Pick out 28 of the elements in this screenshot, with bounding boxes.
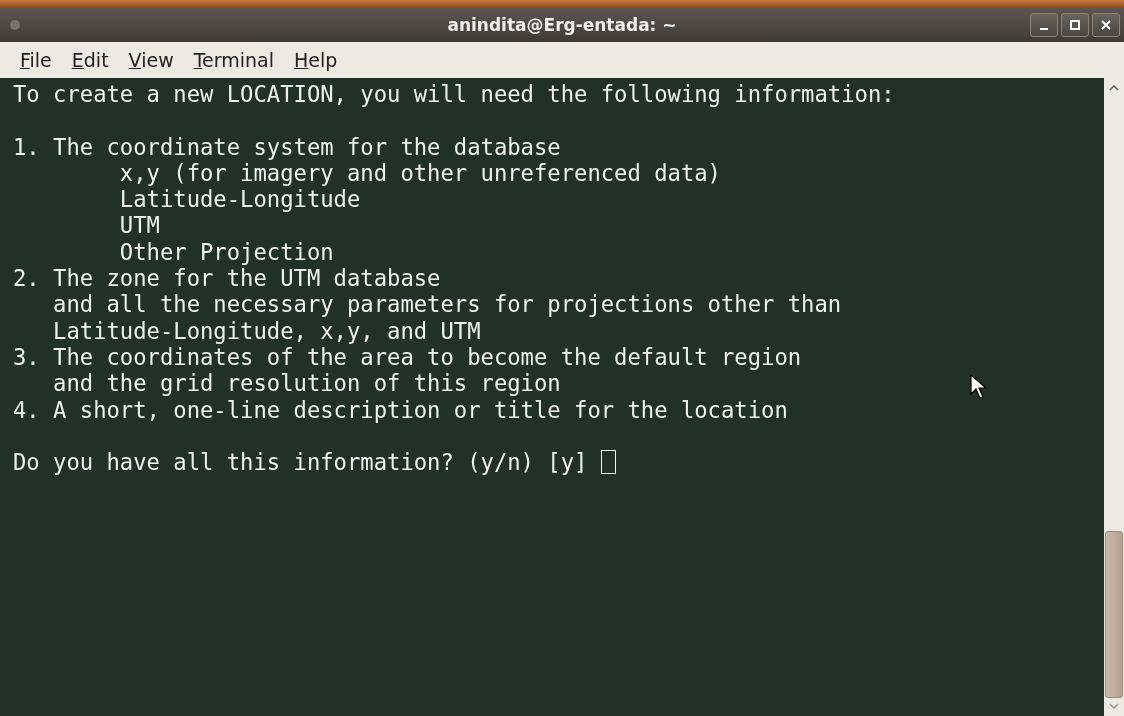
terminal-line: 1. The coordinate system for the database: [13, 133, 561, 160]
terminal-line: 4. A short, one-line description or title for the location: [13, 396, 788, 423]
terminal-line: Other Projection: [118, 238, 334, 266]
mouse-pointer-icon: [970, 374, 988, 400]
scroll-up-icon[interactable]: [1108, 84, 1120, 92]
window-title: anindita@Erg-entada: ~: [447, 15, 677, 35]
menu-item[interactable]: Help: [294, 49, 338, 71]
terminal-line: Latitude-Longitude: [118, 186, 361, 213]
terminal-line: 3. The coordinates of the area to become the default region: [13, 343, 802, 371]
scrollbar-thumb[interactable]: [1105, 531, 1123, 698]
terminal-line: UTM: [118, 212, 160, 239]
menu-item[interactable]: View: [128, 49, 174, 71]
menu-item[interactable]: Terminal: [193, 49, 275, 71]
minimize-button[interactable]: [1030, 13, 1058, 37]
minimize-icon: [1040, 28, 1048, 30]
terminal-line: and the grid resolution of this region: [52, 370, 561, 397]
terminal-line: x,y (for imagery and other unreferenced data): [118, 159, 721, 187]
menu-item[interactable]: Edit: [71, 49, 109, 71]
terminal-line: and all the necessary parameters for projections other than: [52, 291, 842, 318]
maximize-icon: [1069, 19, 1081, 31]
close-button[interactable]: [1092, 13, 1120, 37]
close-icon: [1100, 19, 1112, 31]
terminal-line: Do you have all this information? (y/n) [y]: [13, 449, 616, 476]
terminal-line: To create a new LOCATION, you will need the following information:: [13, 81, 895, 108]
menu-item[interactable]: File: [20, 49, 52, 71]
terminal-line: Latitude-Longitude, x,y, and UTM: [52, 317, 481, 344]
terminal-line: 2. The zone for the UTM database: [13, 265, 441, 292]
maximize-button[interactable]: [1061, 13, 1089, 37]
